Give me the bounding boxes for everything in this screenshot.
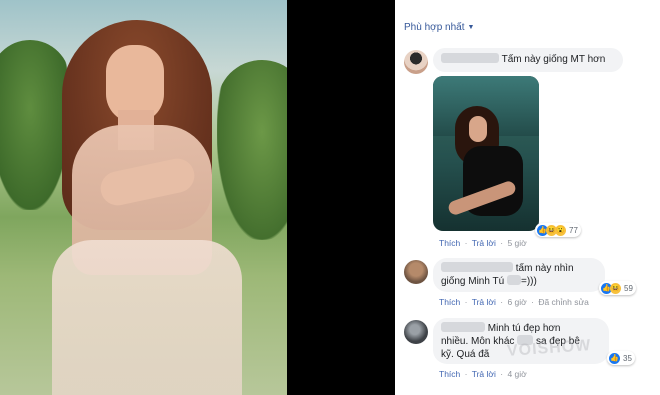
wow-reaction-icon: 😮 [555, 224, 566, 236]
avatar[interactable] [404, 320, 428, 344]
comment-text: nhiều. Môn khác [441, 336, 515, 347]
comment-line: tấm này nhìn [441, 262, 597, 275]
comment-text: Minh tú đẹp hơn [487, 323, 561, 334]
sort-label: Phù hợp nhất [404, 22, 465, 33]
comment-text: giống Minh Tú [441, 276, 505, 287]
reaction-summary[interactable]: 👍 35 [607, 351, 635, 365]
reaction-summary[interactable]: 👍 😆 59 [599, 281, 636, 295]
avatar[interactable] [404, 50, 428, 74]
photo-tree-right [217, 60, 287, 240]
like-link[interactable]: Thích [439, 238, 460, 248]
like-reaction-icon: 👍 [609, 352, 620, 364]
comment-actions: Thích · Trả lời · 6 giờ · Đã chỉnh sửa [439, 297, 589, 307]
redacted-name [441, 53, 499, 63]
comment-text: kỹ. Quá đã [441, 349, 490, 360]
comment-text: =))) [520, 276, 537, 287]
comment-bubble: Tấm này giống MT hơn 🤣 [433, 48, 623, 89]
comment-image[interactable] [433, 76, 539, 231]
comment-line: Minh tú đẹp hơn [441, 322, 601, 335]
image-face [469, 116, 487, 142]
comments-panel: Phù hợp nhất▼ Tấm này giống MT hơn 🤣 👍 😆… [395, 0, 660, 395]
reaction-count: 35 [623, 353, 632, 363]
photo-tree-left [0, 40, 70, 210]
edited-label[interactable]: Đã chỉnh sửa [538, 297, 589, 307]
comment-actions: Thích · Trả lời · 4 giờ [439, 369, 527, 379]
like-link[interactable]: Thích [439, 297, 460, 307]
comment-actions: Thích · Trả lời · 5 giờ [439, 238, 527, 248]
photo-dress-skirt [52, 240, 242, 395]
reply-link[interactable]: Trả lời [472, 369, 496, 379]
reaction-count: 77 [569, 225, 578, 235]
redacted-text [506, 275, 521, 285]
main-photo[interactable] [0, 0, 287, 395]
reply-link[interactable]: Trả lời [472, 297, 496, 307]
sort-dropdown[interactable]: Phù hợp nhất ▼ [404, 22, 474, 33]
timestamp[interactable]: 5 giờ [507, 238, 526, 248]
comment-bubble: tấm này nhìn giống Minh Tú =))) [433, 258, 605, 292]
timestamp[interactable]: 6 giờ [507, 297, 526, 307]
like-link[interactable]: Thích [439, 369, 460, 379]
comment-line: giống Minh Tú =))) [441, 275, 597, 288]
caret-down-icon: ▼ [467, 24, 475, 31]
redacted-name [441, 262, 513, 272]
photo-viewer [0, 0, 395, 395]
redacted-name [441, 322, 485, 332]
comment-text: Tấm này giống MT hơn [501, 54, 606, 65]
comment-text: tấm này nhìn [515, 263, 574, 274]
avatar[interactable] [404, 260, 428, 284]
reply-link[interactable]: Trả lời [472, 238, 496, 248]
haha-reaction-icon: 😆 [610, 282, 621, 294]
reaction-summary[interactable]: 👍 😆 😮 77 [535, 223, 581, 237]
reaction-count: 59 [624, 283, 633, 293]
timestamp[interactable]: 4 giờ [507, 369, 526, 379]
